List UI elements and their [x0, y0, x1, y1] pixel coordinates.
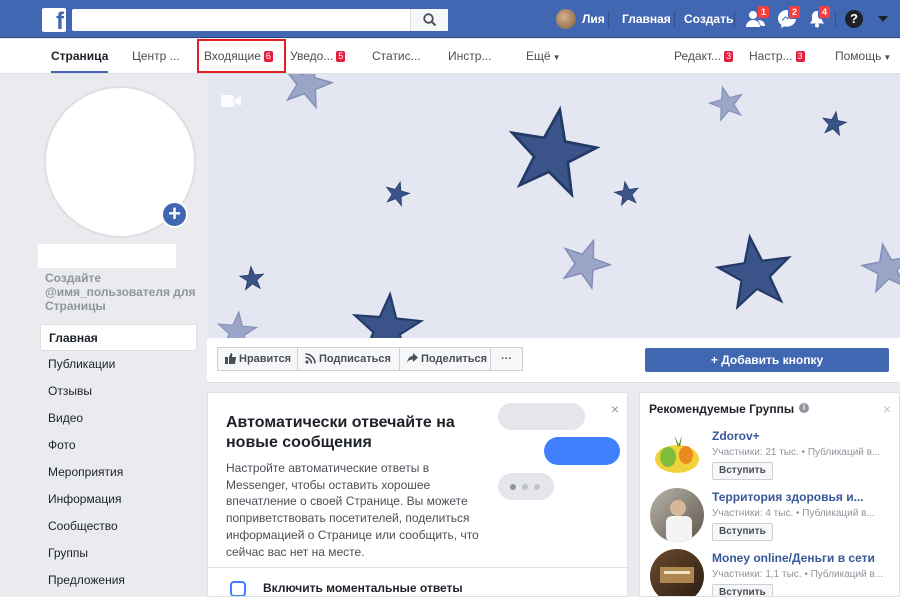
profile-link[interactable]: Лия	[556, 9, 605, 29]
edit-badge: 3	[724, 51, 734, 62]
avatar	[556, 9, 576, 29]
join-group-button[interactable]: Вступить	[712, 584, 773, 596]
tab-page[interactable]: Страница	[51, 39, 109, 73]
chat-bubble-illustration	[498, 403, 585, 430]
group-name[interactable]: Money online/Деньги в сети	[712, 551, 875, 565]
search-button[interactable]	[410, 9, 448, 31]
card-body: Настройте автоматические ответы в Messen…	[226, 461, 479, 559]
create-username-link[interactable]: Создайте @имя_пользователя для Страницы	[45, 271, 197, 313]
chevron-down-icon: ▼	[552, 53, 561, 62]
page-nav: Страница Центр ... Входящие 6 Уведо... 5 С…	[0, 39, 900, 74]
tab-help[interactable]: Помощь ▼	[835, 39, 891, 73]
search-box	[72, 9, 448, 31]
menu-item-community[interactable]: Сообщество	[40, 513, 197, 540]
tab-more[interactable]: Ещё ▼	[526, 39, 560, 73]
divider	[734, 11, 735, 27]
messages-badge: 2	[788, 5, 802, 19]
chevron-down-icon: ▼	[883, 53, 892, 62]
list-item: Zdorov+ Участники: 21 тыс. • Публикаций …	[640, 427, 899, 487]
help-icon[interactable]: ?	[845, 10, 863, 28]
card-title: Автоматически отвечайте на новые сообщен…	[226, 414, 455, 451]
highlight-box	[197, 39, 286, 73]
typing-bubble-illustration	[498, 473, 554, 500]
groups-title: Рекомендуемые Группы	[649, 402, 795, 416]
close-icon[interactable]: ×	[611, 401, 619, 417]
menu-item-reviews[interactable]: Отзывы	[40, 378, 197, 405]
divider	[674, 11, 675, 27]
rss-icon	[305, 353, 316, 364]
group-name[interactable]: Территория здоровья и...	[712, 490, 864, 504]
suggested-groups-panel: Рекомендуемые Группы i × Zdorov+ Участни…	[639, 392, 900, 597]
tab-notifications[interactable]: Уведо... 5	[290, 39, 346, 73]
tab-settings[interactable]: Настр... 3	[749, 39, 805, 73]
tab-creator-studio[interactable]: Центр ...	[132, 39, 180, 73]
group-name[interactable]: Zdorov+	[712, 429, 760, 443]
left-column: + Создайте @имя_пользователя для Страниц…	[0, 74, 207, 597]
camera-icon[interactable]	[221, 94, 241, 108]
search-input[interactable]	[72, 9, 402, 31]
friend-requests-button[interactable]: 1	[745, 5, 771, 30]
chat-bubble-illustration	[544, 437, 620, 465]
menu-item-events[interactable]: Мероприятия	[40, 459, 197, 486]
tab-insights[interactable]: Статис...	[372, 39, 421, 73]
group-thumbnail[interactable]	[650, 549, 704, 596]
group-thumbnail[interactable]	[650, 427, 704, 481]
list-item: Территория здоровья и... Участники: 4 ты…	[640, 488, 899, 548]
menu-item-videos[interactable]: Видео	[40, 405, 197, 432]
group-meta: Участники: 21 тыс. • Публикаций в...	[712, 447, 881, 458]
join-group-button[interactable]: Вступить	[712, 462, 773, 480]
menu-item-groups[interactable]: Группы	[40, 540, 197, 567]
add-button-cta[interactable]: + Добавить кнопку	[645, 348, 889, 372]
share-arrow-icon	[407, 353, 418, 363]
menu-item-posts[interactable]: Публикации	[40, 351, 197, 378]
notifications-tab-badge: 5	[336, 51, 346, 62]
notifications-button[interactable]: 4	[806, 5, 832, 30]
plus-icon: +	[710, 353, 722, 367]
menu-item-home[interactable]: Главная	[40, 324, 197, 351]
divider	[608, 11, 609, 27]
tab-edit-page[interactable]: Редакт... 3	[674, 39, 734, 73]
more-options-button[interactable]: ···	[490, 347, 523, 371]
messages-button[interactable]: 2	[776, 5, 802, 30]
create-link[interactable]: Создать	[684, 12, 733, 26]
thumbs-up-icon	[225, 353, 236, 364]
group-meta: Участники: 1,1 тыс. • Публикаций в...	[712, 569, 884, 580]
divider	[835, 11, 836, 27]
menu-item-about[interactable]: Информация	[40, 486, 197, 513]
user-name: Лия	[582, 12, 605, 26]
home-link[interactable]: Главная	[622, 12, 671, 26]
friends-badge: 1	[757, 5, 771, 19]
search-icon	[423, 13, 437, 27]
page-menu: Главная Публикации Отзывы Видео Фото Мер…	[40, 324, 197, 594]
menu-item-offers[interactable]: Предложения	[40, 567, 197, 594]
like-button[interactable]: Нравится	[217, 347, 298, 371]
divider	[208, 567, 627, 568]
list-item: Money online/Деньги в сети Участники: 1,…	[640, 549, 899, 596]
close-icon[interactable]: ×	[883, 401, 891, 417]
enable-instant-replies-link[interactable]: Включить моментальные ответы	[263, 581, 463, 595]
page-name-box	[38, 244, 176, 268]
notifications-badge: 4	[818, 5, 832, 19]
account-menu-caret-icon[interactable]	[878, 16, 888, 22]
info-icon[interactable]: i	[799, 403, 809, 413]
facebook-logo[interactable]: f	[42, 8, 66, 32]
top-bar: f Лия Главная Создать 1 2 4 ?	[0, 0, 900, 38]
cover-stars-pattern	[216, 74, 900, 338]
follow-button[interactable]: Подписаться	[297, 347, 400, 371]
group-thumbnail[interactable]	[650, 488, 704, 542]
share-button[interactable]: Поделиться	[399, 347, 491, 371]
add-photo-plus-icon[interactable]: +	[161, 201, 188, 228]
join-group-button[interactable]: Вступить	[712, 523, 773, 541]
settings-badge: 3	[795, 51, 805, 62]
tab-tools[interactable]: Инстр...	[448, 39, 491, 73]
auto-reply-card: Автоматически отвечайте на новые сообщен…	[207, 392, 628, 597]
page-action-bar: Нравится Подписаться Поделиться ··· + До…	[207, 338, 900, 383]
menu-item-photos[interactable]: Фото	[40, 432, 197, 459]
cover-photo[interactable]	[207, 74, 900, 338]
instant-reply-icon	[230, 581, 246, 596]
group-meta: Участники: 4 тыс. • Публикаций в...	[712, 508, 875, 519]
